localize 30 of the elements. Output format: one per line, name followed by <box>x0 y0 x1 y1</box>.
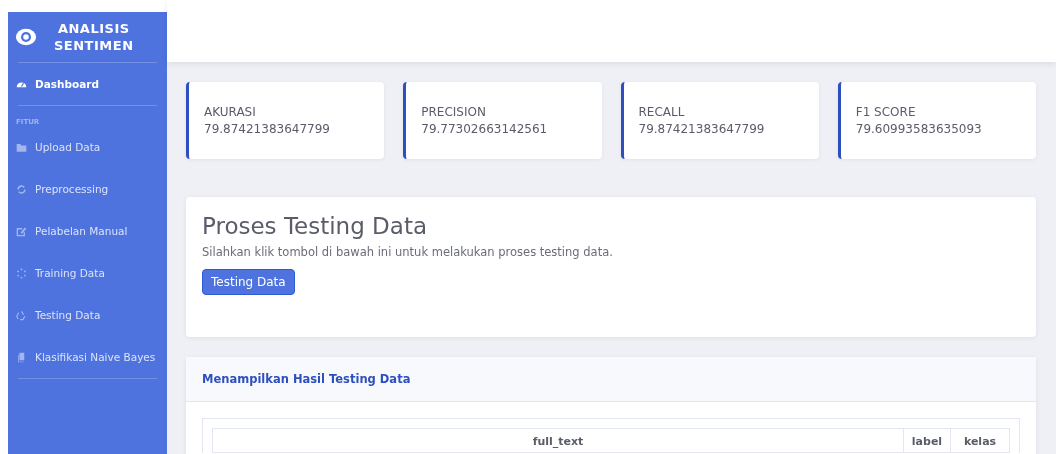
sync-icon <box>16 183 27 195</box>
sidebar-item[interactable]: Training Data <box>8 252 167 294</box>
process-title: Proses Testing Data <box>202 213 428 239</box>
copy-icon <box>16 351 27 363</box>
brand-name: SENTIMEN <box>54 37 134 54</box>
sidebar-item[interactable]: Klasifikasi Naive Bayes <box>8 336 167 378</box>
sidebar-item[interactable]: Upload Data <box>8 126 167 168</box>
testing-data-button[interactable]: Testing Data <box>202 269 295 295</box>
edit-icon <box>16 225 27 237</box>
column-header: label <box>903 428 951 453</box>
process-description: Silahkan klik tombol di bawah ini untuk melakukan proses testing data. <box>202 245 614 259</box>
results-title: Menampilkan Hasil Testing Data <box>202 372 411 386</box>
spinner-icon <box>16 267 27 279</box>
brand-name: ANALISIS <box>57 20 130 37</box>
column-header: kelas <box>950 428 1010 453</box>
metric-label: PRECISION <box>421 103 487 121</box>
eye-icon <box>14 26 38 48</box>
metric-label: F1 SCORE <box>855 103 917 121</box>
metric-value: 79.77302663142561 <box>421 120 549 138</box>
metric-value: 79.87421383647799 <box>638 120 766 138</box>
metric-value: 79.60993583635093 <box>855 120 983 138</box>
metric-value: 79.87421383647799 <box>204 120 331 138</box>
sidebar-item[interactable]: Testing Data <box>8 294 167 336</box>
folder-icon <box>16 141 27 153</box>
column-header: full_text <box>212 428 904 453</box>
sidebar-item[interactable]: Preprocessing <box>8 168 167 210</box>
metric-label: AKURASI <box>204 103 257 121</box>
metric-label: RECALL <box>638 103 686 121</box>
sidebar-item[interactable]: Pelabelan Manual <box>8 210 167 252</box>
dashboard-link[interactable]: Dashboard <box>8 63 167 105</box>
